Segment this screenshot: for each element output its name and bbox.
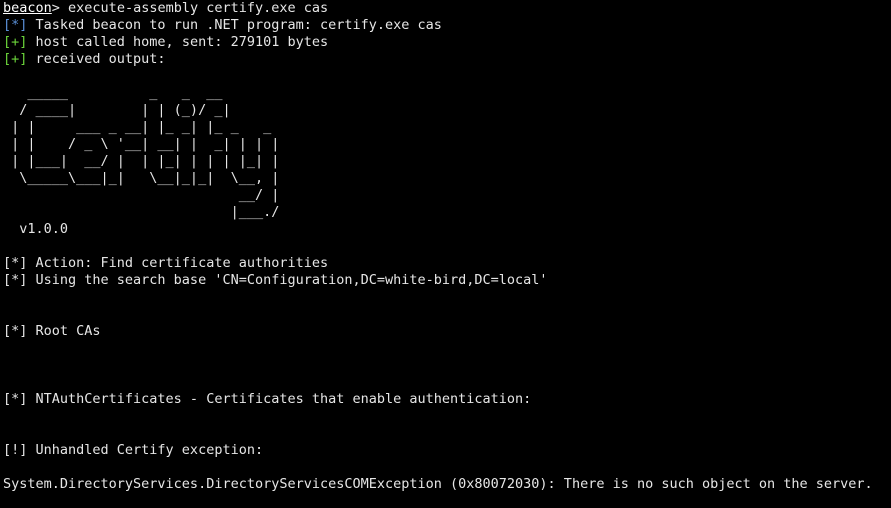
- info-tag: [*]: [3, 17, 28, 33]
- terminal-window[interactable]: beacon> execute-assembly certify.exe cas…: [0, 0, 891, 508]
- beacon-message-text: host called home, sent: 279101 bytes: [27, 34, 329, 50]
- search-base-line: [*] Using the search base 'CN=Configurat…: [3, 272, 548, 288]
- command-line: beacon> execute-assembly certify.exe cas: [3, 0, 891, 17]
- certify-ascii-banner: _____ _ _ __ / ____| | | (_)/ _| | | ___…: [11, 85, 280, 220]
- action-line: [*] Action: Find certificate authorities: [3, 255, 329, 271]
- command-text: execute-assembly certify.exe cas: [68, 0, 329, 16]
- root-cas-line: [*] Root CAs: [3, 323, 101, 339]
- beacon-message: [+] host called home, sent: 279101 bytes: [3, 34, 891, 51]
- success-tag: [+]: [3, 34, 28, 50]
- success-tag: [+]: [3, 51, 28, 67]
- exception-line: [!] Unhandled Certify exception:: [3, 442, 264, 458]
- prompt-label: beacon: [3, 0, 52, 16]
- prompt-separator: >: [51, 0, 69, 16]
- beacon-message: [*] Tasked beacon to run .NET program: c…: [3, 17, 891, 34]
- ntauth-line: [*] NTAuthCertificates - Certificates th…: [3, 391, 532, 407]
- beacon-message-text: received output:: [27, 51, 166, 67]
- version-line: v1.0.0: [3, 221, 69, 237]
- error-line: System.DirectoryServices.DirectoryServic…: [3, 476, 873, 492]
- beacon-message-text: Tasked beacon to run .NET program: certi…: [27, 17, 442, 33]
- beacon-message: [+] received output:: [3, 51, 891, 68]
